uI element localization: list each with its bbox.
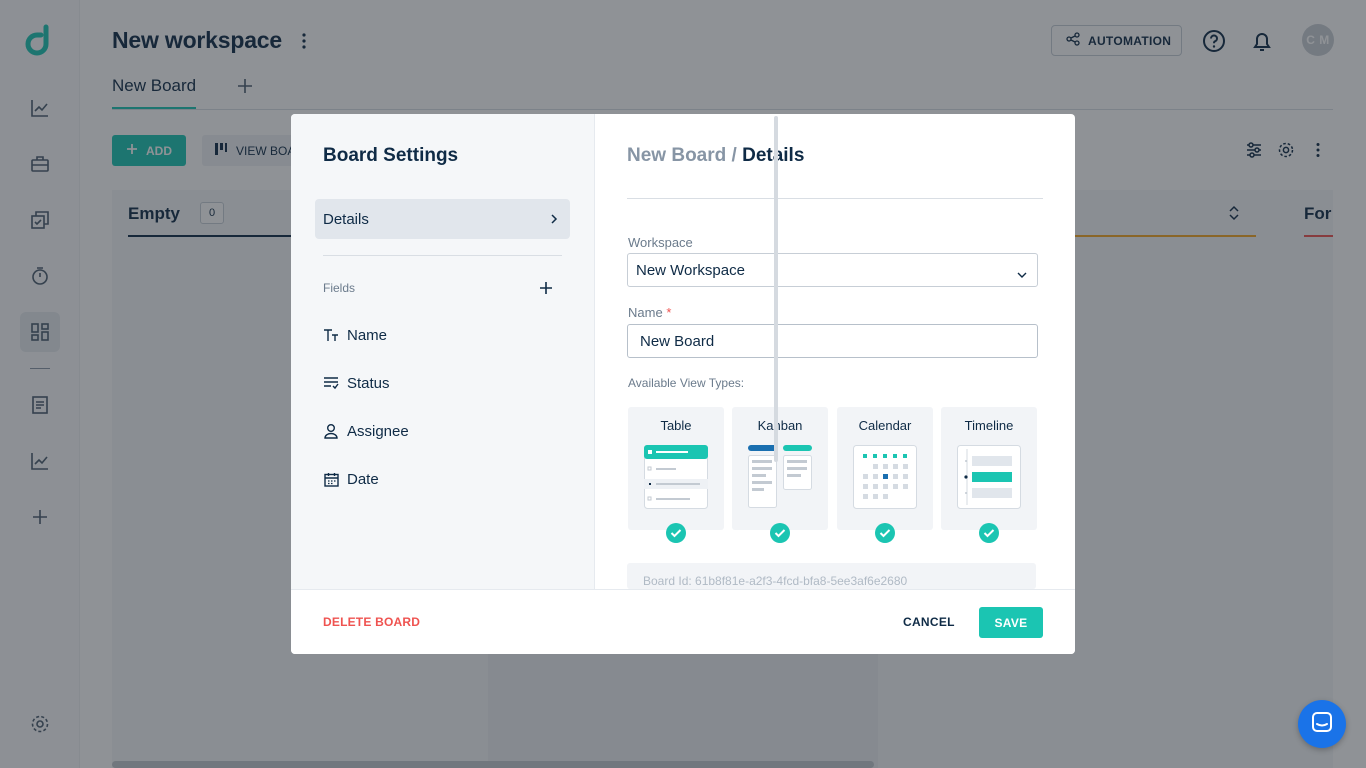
name-label: Name * [628,305,671,320]
text-type-icon [323,327,339,343]
view-type-label: Timeline [964,418,1014,433]
chat-support-button[interactable] [1298,700,1346,748]
board-name-field[interactable]: New Board [627,324,1038,358]
board-name-value: New Board [640,332,715,350]
field-label: Assignee [347,422,409,440]
view-type-calendar[interactable]: Calendar [837,407,933,543]
view-type-timeline[interactable]: Timeline [941,407,1037,543]
kanban-view-illustration [748,445,812,508]
name-label-text: Name [628,305,663,320]
view-type-label: Kanban [757,418,803,433]
field-label: Date [347,470,379,488]
timeline-view-illustration [957,445,1021,509]
view-type-checked-icon[interactable] [875,523,895,543]
workspace-label: Workspace [628,235,693,250]
settings-details-panel: New Board / Details Workspace New Worksp… [595,114,1075,589]
view-type-kanban[interactable]: Kanban [732,407,828,543]
view-type-checked-icon[interactable] [979,523,999,543]
field-name[interactable]: Name [323,325,387,345]
settings-sidebar: Board Settings Details Fields Name Statu… [291,114,595,589]
chevron-right-icon [550,212,558,229]
field-label: Status [347,374,390,392]
add-field-icon[interactable] [538,280,554,296]
view-type-label: Calendar [858,418,912,433]
breadcrumb-divider [627,198,1043,199]
fields-label: Fields [323,281,356,295]
modal-vertical-scrollbar[interactable] [774,116,778,462]
board-id: Board Id: 61b8f81e-a2f3-4fcd-bfa8-5ee3af… [627,563,1036,589]
nav-details-label: Details [323,210,369,228]
nav-details[interactable]: Details [315,199,570,239]
field-status[interactable]: Status [323,373,390,393]
view-type-label: Table [660,418,692,433]
view-type-table[interactable]: Table [628,407,724,543]
modal-title: Board Settings [323,145,459,166]
calendar-icon [323,471,339,487]
table-view-illustration [644,445,708,509]
field-date[interactable]: Date [323,469,379,489]
delete-board-button[interactable]: DELETE BOARD [323,615,420,629]
workspace-select[interactable]: New Workspace [627,253,1038,287]
breadcrumb-board[interactable]: New Board [627,145,726,166]
status-list-icon [323,375,339,391]
field-assignee[interactable]: Assignee [323,421,409,441]
workspace-value: New Workspace [636,261,745,279]
view-types-label: Available View Types: [628,376,745,390]
calendar-view-illustration [853,445,917,509]
chat-icon [1311,711,1333,738]
save-button[interactable]: SAVE [979,607,1043,638]
user-icon [323,423,339,439]
modal-footer: DELETE BOARD CANCEL SAVE [291,589,1075,654]
required-mark: * [666,305,672,320]
breadcrumb-separator: / [731,145,737,166]
board-settings-modal: Board Settings Details Fields Name Statu… [291,114,1075,654]
sidebar-divider [323,255,562,256]
field-label: Name [347,326,388,344]
view-type-checked-icon[interactable] [770,523,790,543]
view-type-checked-icon[interactable] [666,523,686,543]
chevron-down-icon [1017,266,1027,283]
cancel-button[interactable]: CANCEL [903,615,955,629]
